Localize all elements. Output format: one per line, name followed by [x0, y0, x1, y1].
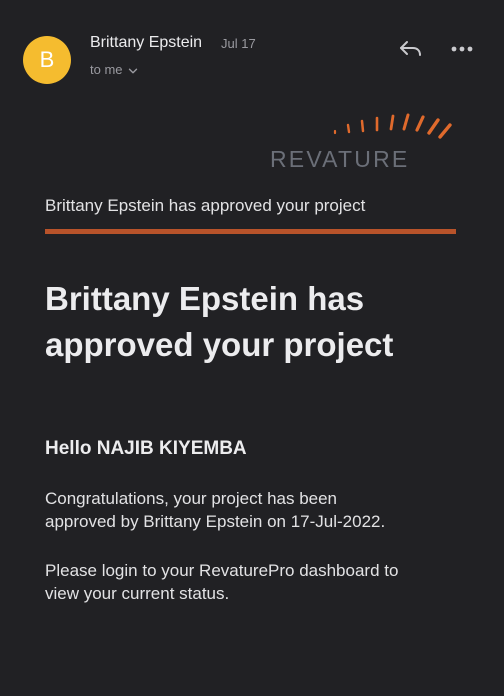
logo-wordmark: REVATURE — [270, 146, 410, 172]
reply-icon — [400, 41, 421, 56]
recipient-details-toggle[interactable]: to me — [90, 62, 138, 77]
logo-rays-icon — [333, 113, 452, 139]
more-options-button[interactable] — [451, 38, 473, 60]
login-paragraph: Please login to your RevaturePro dashboa… — [45, 559, 465, 605]
more-horizontal-icon — [451, 46, 473, 52]
email-header: B Brittany Epstein Jul 17 to me — [0, 0, 504, 100]
revature-logo: REVATURE — [268, 112, 458, 174]
greeting: Hello NAJIB KIYEMBA — [45, 438, 247, 459]
approval-paragraph-line-2: approved by Brittany Epstein on 17-Jul-2… — [45, 512, 386, 531]
subject-line: Brittany Epstein has approved your proje… — [45, 196, 366, 215]
sender-avatar[interactable]: B — [23, 36, 71, 84]
sender-name[interactable]: Brittany Epstein — [90, 34, 202, 52]
chevron-down-icon — [128, 68, 138, 73]
approval-paragraph: Congratulations, your project has been a… — [45, 487, 465, 533]
login-paragraph-line-1: Please login to your RevaturePro dashboa… — [45, 561, 399, 580]
email-heading: Brittany Epstein has approved your proje… — [45, 276, 465, 368]
heading-line-2: approved your project — [45, 326, 394, 363]
accent-divider — [45, 229, 456, 234]
login-paragraph-line-2: view your current status. — [45, 584, 230, 603]
approval-paragraph-line-1: Congratulations, your project has been — [45, 489, 338, 508]
email-date: Jul 17 — [221, 36, 256, 51]
reply-button[interactable] — [398, 38, 424, 60]
heading-line-1: Brittany Epstein has — [45, 280, 365, 317]
recipient-label: to me — [90, 62, 123, 77]
